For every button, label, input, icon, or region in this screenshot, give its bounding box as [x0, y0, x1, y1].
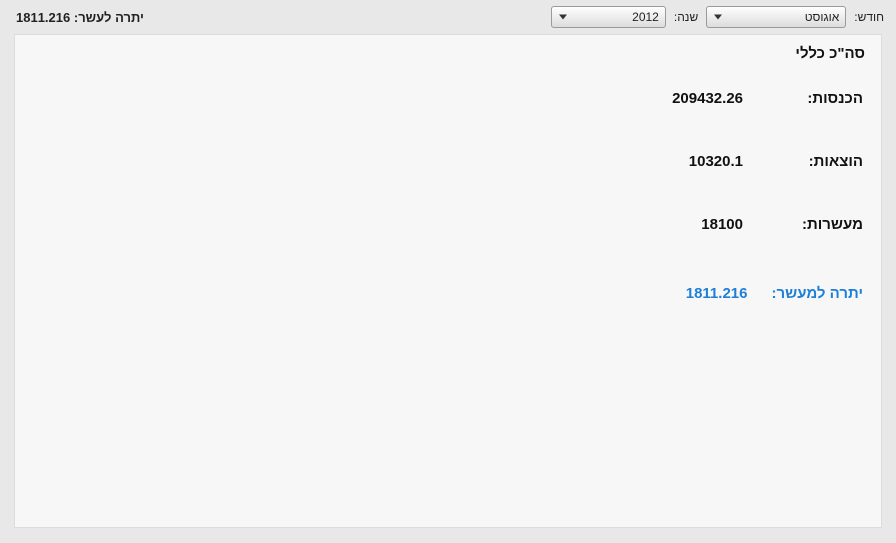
tithes-label: מעשרות: — [793, 216, 863, 233]
panel-title: סה"כ כללי — [31, 45, 865, 62]
expenses-row: הוצאות: 10320.1 — [31, 153, 863, 170]
remaining-tithe-value: 1811.216 — [686, 285, 748, 302]
month-select-wrap: אוגוסט — [706, 6, 846, 28]
expenses-label: הוצאות: — [793, 153, 863, 170]
expenses-value: 10320.1 — [689, 153, 743, 170]
tithe-balance-value: 1811.216 — [16, 10, 70, 25]
summary-rows: הכנסות: 209432.26 הוצאות: 10320.1 מעשרות… — [31, 90, 865, 302]
income-value: 209432.26 — [672, 90, 743, 107]
income-label: הכנסות: — [793, 90, 863, 107]
remaining-tithe-row: יתרה למעשר: 1811.216 — [31, 285, 863, 302]
tithe-balance-label: יתרה לעשר: — [74, 10, 144, 25]
topbar: חודש: אוגוסט שנה: 2012 יתרה לעשר: 1811.2… — [0, 0, 896, 34]
tithes-row: מעשרות: 18100 — [31, 216, 863, 233]
year-label: שנה: — [674, 10, 698, 24]
year-select-wrap: 2012 — [551, 6, 666, 28]
remaining-tithe-label: יתרה למעשר: — [771, 285, 863, 302]
month-select[interactable]: אוגוסט — [706, 6, 846, 28]
month-label: חודש: — [854, 10, 884, 24]
income-row: הכנסות: 209432.26 — [31, 90, 863, 107]
year-select[interactable]: 2012 — [551, 6, 666, 28]
summary-panel: סה"כ כללי הכנסות: 209432.26 הוצאות: 1032… — [14, 34, 882, 528]
tithe-balance: יתרה לעשר: 1811.216 — [12, 10, 144, 25]
tithes-value: 18100 — [701, 216, 743, 233]
